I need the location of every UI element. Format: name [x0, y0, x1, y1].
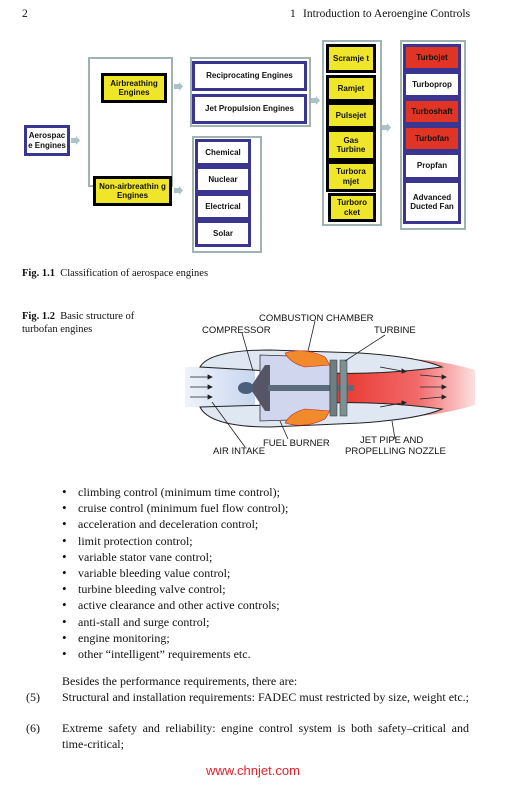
turbine-stage-2: [339, 359, 348, 417]
bullet-item: limit protection control;: [62, 533, 288, 549]
item-number: (6): [26, 721, 40, 735]
item-text: Structural and installation requirements…: [62, 690, 470, 704]
caption-label: Fig. 1.2: [22, 311, 55, 322]
bullet-item: climbing control (minimum time control);: [62, 484, 288, 500]
watermark: www.chnjet.com: [206, 763, 300, 778]
bullet-item: active clearance and other active contro…: [62, 597, 288, 613]
node-turboprop: Turboprop: [403, 71, 461, 98]
node-turboshaft: Turboshaft: [403, 98, 461, 125]
label-turbine: TURBINE: [374, 325, 416, 336]
bullet-item: variable bleeding value control;: [62, 565, 288, 581]
bullet-item: other “intelligent” requirements etc.: [62, 646, 288, 662]
bullet-item: anti-stall and surge control;: [62, 614, 288, 630]
node-chemical: Chemical: [195, 139, 251, 166]
node-electrical: Electrical: [195, 193, 251, 220]
node-jet-propulsion-engines: Jet Propulsion Engines: [192, 94, 307, 124]
node-non-airbreathing-engines: Non-airbreathin g Engines: [93, 176, 172, 206]
node-nuclear: Nuclear: [195, 166, 251, 193]
label-propelling-nozzle: PROPELLING NOZZLE: [345, 446, 446, 457]
figure-1-2-caption: Fig. 1.2 Basic structure of turbofan eng…: [22, 310, 134, 336]
turbine-stage-1: [329, 359, 338, 417]
item-number: (5): [26, 690, 40, 704]
arrow-right-icon: [382, 123, 391, 132]
arrow-right-icon: [174, 82, 183, 91]
arrow-right-icon: [71, 136, 80, 145]
node-turbofan: Turbofan: [403, 125, 461, 152]
node-airbreathing-engines: Airbreathing Engines: [101, 73, 167, 103]
node-propfan: Propfan: [403, 152, 461, 180]
label-air-intake: AIR INTAKE: [213, 446, 265, 457]
node-gas-turbine: Gas Turbine: [326, 129, 376, 161]
label-jet-pipe: JET PIPE AND: [360, 435, 423, 446]
arrow-right-icon: [311, 96, 320, 105]
requirements-bullet-list: climbing control (minimum time control);…: [62, 484, 288, 662]
label-combustion-chamber: COMBUSTION CHAMBER: [259, 313, 374, 324]
caption-label: Fig. 1.1: [22, 268, 55, 279]
caption-text-line1: Basic structure of: [60, 311, 135, 322]
item-text: Extreme safety and reliability: engine c…: [62, 721, 469, 751]
bullet-item: turbine bleeding valve control;: [62, 581, 288, 597]
node-scramjet: Scramje t: [326, 44, 376, 73]
chapter-title: Introduction to Aeroengine Controls: [303, 8, 471, 20]
bullet-item: acceleration and deceleration control;: [62, 516, 288, 532]
chapter-number: 1: [290, 8, 296, 20]
bullet-item: cruise control (minimum fuel flow contro…: [62, 500, 288, 516]
page-number: 2: [22, 8, 28, 20]
arrow-right-icon: [174, 186, 183, 195]
label-compressor: COMPRESSOR: [202, 325, 271, 336]
caption-text-line2: turbofan engines: [22, 324, 93, 335]
node-advanced-ducted-fan: Advanced Ducted Fan: [403, 180, 461, 224]
node-turborocket: Turboro cket: [328, 193, 376, 222]
spinner: [238, 382, 254, 394]
label-fuel-burner: FUEL BURNER: [263, 438, 330, 449]
node-solar: Solar: [195, 220, 251, 247]
node-ramjet: Ramjet: [326, 75, 376, 102]
node-turboramjet: Turbora mjet: [326, 161, 376, 192]
node-reciprocating-engines: Reciprocating Engines: [192, 61, 307, 91]
caption-text: Classification of aerospace engines: [60, 268, 209, 279]
bullet-item: engine monitoring;: [62, 630, 288, 646]
root-node-aerospace-engines: Aerospac e Engines: [24, 125, 70, 156]
body-intro: Besides the performance requirements, th…: [62, 674, 298, 688]
node-pulsejet: Pulsejet: [326, 102, 376, 129]
figure-1-1-caption: Fig. 1.1 Classification of aerospace eng…: [22, 268, 208, 279]
turbofan-engine-illustration: COMBUSTION CHAMBER COMPRESSOR TURBINE FU…: [185, 313, 475, 457]
bullet-item: variable stator vane control;: [62, 549, 288, 565]
node-turbojet: Turbojet: [403, 44, 461, 71]
